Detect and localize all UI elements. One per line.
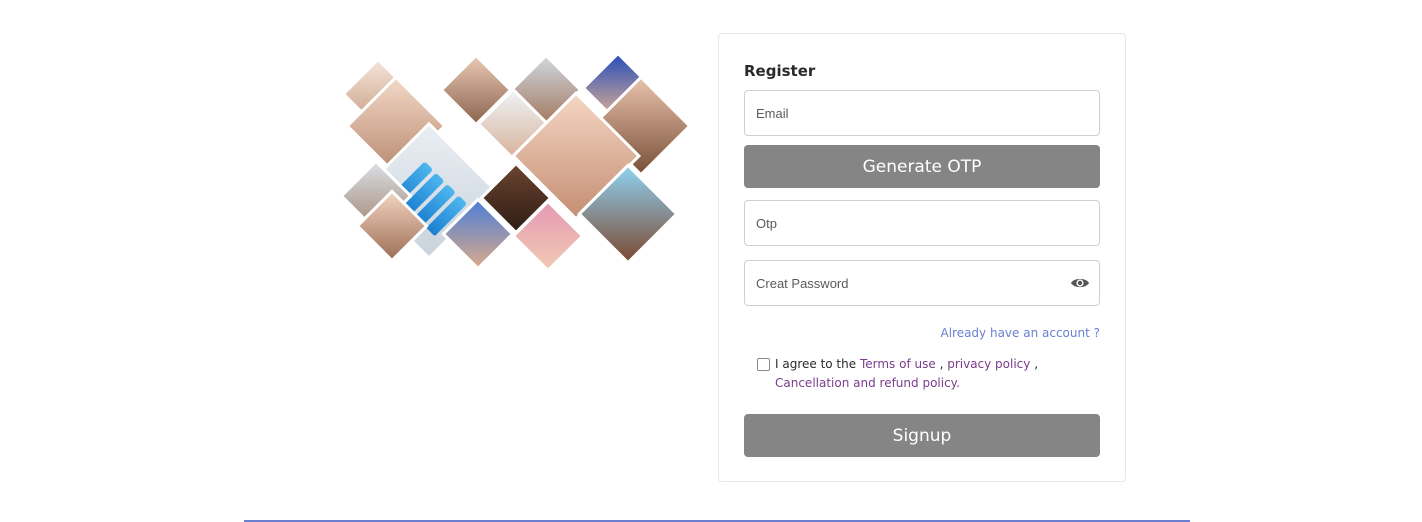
password-field-wrapper (744, 260, 1100, 306)
email-field[interactable] (745, 91, 1099, 135)
signup-button[interactable]: Signup (744, 414, 1100, 457)
refund-policy-link[interactable]: Cancellation and refund policy. (775, 376, 960, 390)
agree-text: I agree to the Terms of use , privacy po… (775, 355, 1055, 393)
agree-prefix: I agree to the (775, 357, 857, 371)
agree-separator: , (1030, 357, 1039, 371)
register-page: Register Generate OTP Already have an ac… (0, 0, 1422, 522)
privacy-policy-link[interactable]: privacy policy (947, 357, 1030, 371)
terms-of-use-link[interactable]: Terms of use (860, 357, 936, 371)
email-field-wrapper (744, 90, 1100, 136)
register-card: Register Generate OTP Already have an ac… (718, 33, 1126, 482)
generate-otp-button[interactable]: Generate OTP (744, 145, 1100, 188)
treatment-collage-image (330, 50, 700, 280)
already-have-account-link[interactable]: Already have an account ? (940, 326, 1100, 340)
otp-field-wrapper (744, 200, 1100, 246)
otp-field[interactable] (745, 201, 1099, 245)
password-field[interactable] (745, 261, 1099, 305)
register-title: Register (744, 62, 816, 80)
eye-icon[interactable] (1070, 275, 1090, 291)
agree-checkbox[interactable] (757, 358, 770, 371)
agree-separator: , (935, 357, 948, 371)
